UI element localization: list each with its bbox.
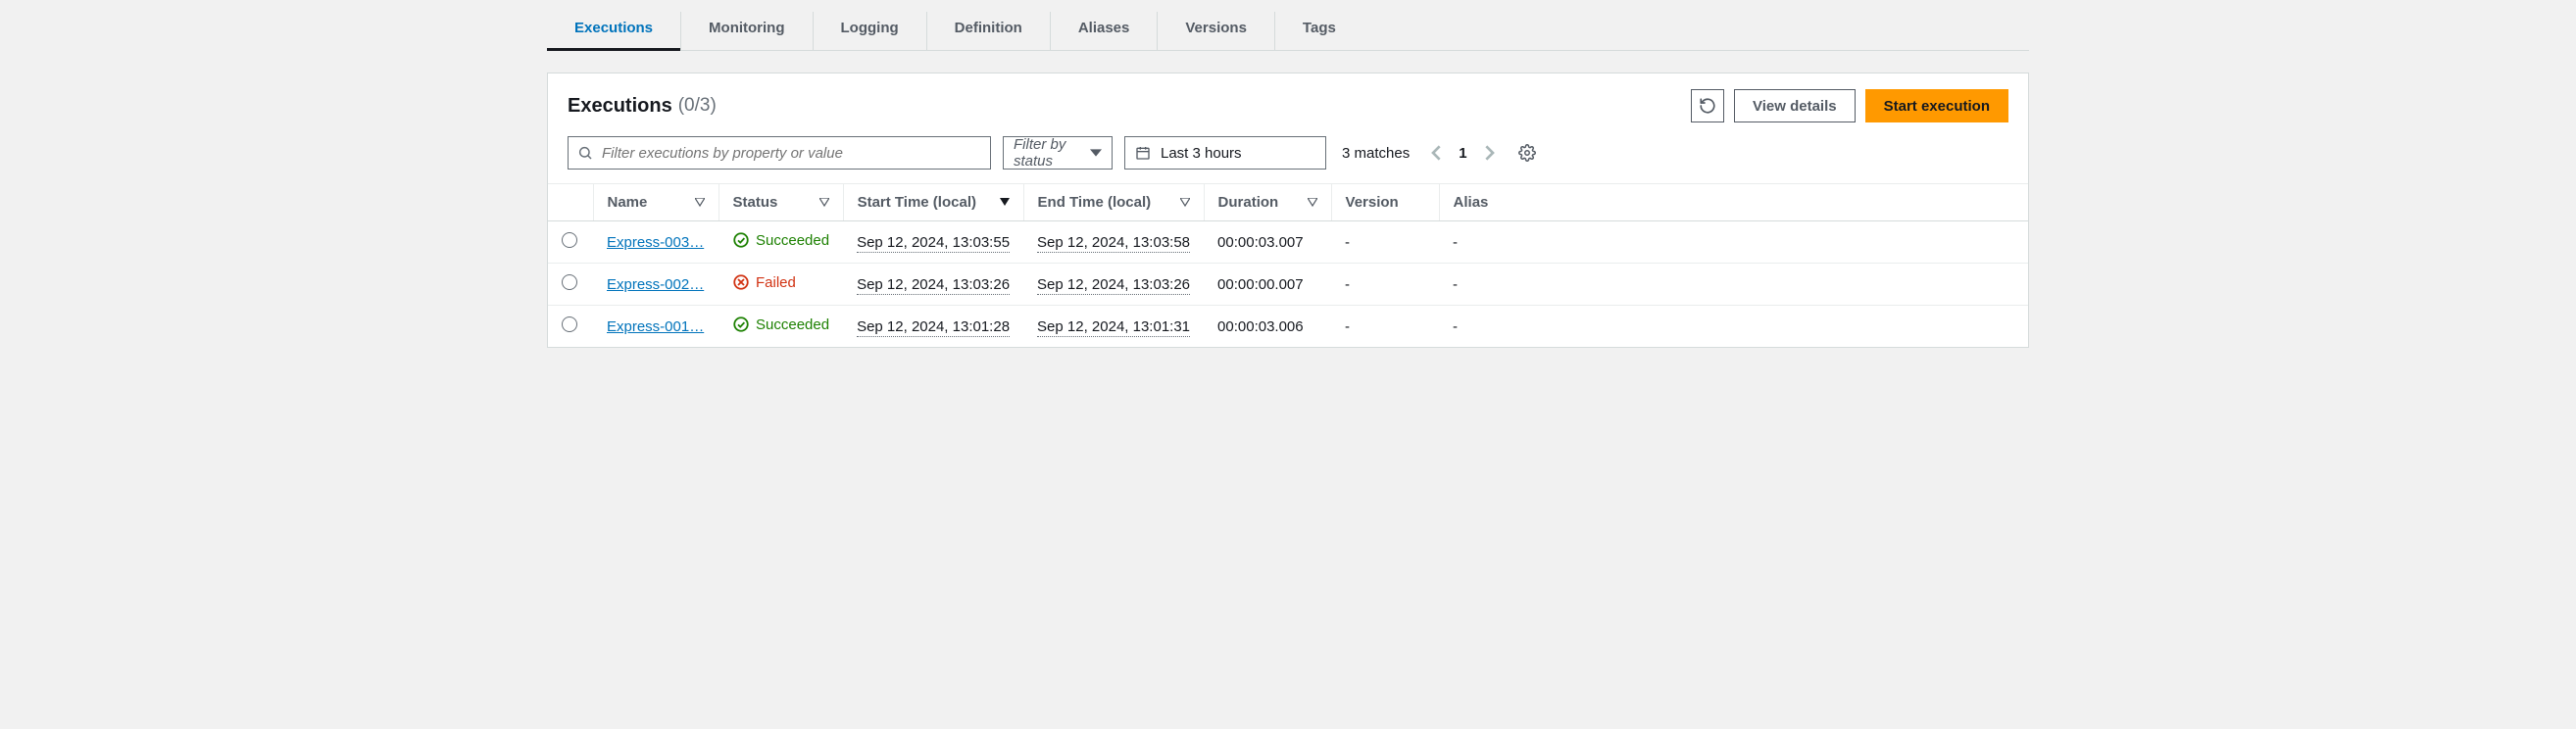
version: - bbox=[1345, 318, 1350, 335]
sort-outline-icon bbox=[1180, 198, 1190, 208]
tab-tags[interactable]: Tags bbox=[1274, 12, 1363, 50]
col-name[interactable]: Name bbox=[593, 184, 718, 221]
version: - bbox=[1345, 234, 1350, 251]
row-select-radio[interactable] bbox=[562, 232, 577, 248]
col-end-time[interactable]: End Time (local) bbox=[1023, 184, 1204, 221]
col-select bbox=[548, 184, 593, 221]
col-name-label: Name bbox=[608, 194, 648, 211]
pager-page-number: 1 bbox=[1459, 145, 1466, 162]
col-status-label: Status bbox=[733, 194, 778, 211]
table-row: Express-002… Failed Sep 12, 2024, 13:03:26… bbox=[548, 264, 2028, 306]
version: - bbox=[1345, 276, 1350, 293]
alias: - bbox=[1453, 276, 1458, 293]
x-circle-icon bbox=[732, 273, 750, 291]
matches-label: 3 matches bbox=[1342, 145, 1410, 162]
table-header-row: Name Status bbox=[548, 184, 2028, 221]
tab-versions[interactable]: Versions bbox=[1157, 12, 1274, 50]
settings-button[interactable] bbox=[1518, 144, 1536, 162]
status-text: Succeeded bbox=[756, 316, 829, 333]
filter-row: Filter by status Last 3 hours 3 matches bbox=[548, 122, 2028, 183]
tab-aliases[interactable]: Aliases bbox=[1050, 12, 1158, 50]
end-time: Sep 12, 2024, 13:01:31 bbox=[1037, 318, 1190, 337]
view-details-button[interactable]: View details bbox=[1734, 89, 1856, 122]
sort-outline-icon bbox=[1308, 198, 1317, 208]
daterange-filter[interactable]: Last 3 hours bbox=[1124, 136, 1326, 170]
panel-header: Executions (0/3) View details Start exec… bbox=[548, 73, 2028, 122]
pager-prev[interactable] bbox=[1431, 145, 1443, 161]
status-badge: Failed bbox=[732, 273, 796, 291]
start-time: Sep 12, 2024, 13:01:28 bbox=[857, 318, 1010, 337]
table-row: Express-003… Succeeded Sep 12, 2024, 13:03… bbox=[548, 221, 2028, 264]
sort-filled-icon bbox=[1000, 198, 1010, 208]
col-alias-label: Alias bbox=[1454, 194, 1489, 211]
refresh-button[interactable] bbox=[1691, 89, 1724, 122]
tabs: Executions Monitoring Logging Definition… bbox=[547, 0, 2029, 51]
execution-name-link[interactable]: Express-002… bbox=[607, 276, 704, 293]
pager: 1 bbox=[1431, 145, 1494, 162]
col-start-time[interactable]: Start Time (local) bbox=[843, 184, 1023, 221]
status-filter[interactable]: Filter by status bbox=[1003, 136, 1113, 170]
sort-outline-icon bbox=[695, 198, 705, 208]
calendar-icon bbox=[1135, 145, 1151, 161]
row-select-radio[interactable] bbox=[562, 274, 577, 290]
end-time: Sep 12, 2024, 13:03:58 bbox=[1037, 234, 1190, 253]
daterange-label: Last 3 hours bbox=[1161, 145, 1242, 162]
col-alias[interactable]: Alias bbox=[1439, 184, 2028, 221]
search-icon bbox=[577, 145, 593, 161]
col-status[interactable]: Status bbox=[718, 184, 843, 221]
search-input[interactable] bbox=[568, 136, 991, 170]
start-execution-button[interactable]: Start execution bbox=[1865, 89, 2008, 122]
execution-name-link[interactable]: Express-001… bbox=[607, 318, 704, 335]
col-version[interactable]: Version bbox=[1331, 184, 1439, 221]
executions-table: Name Status bbox=[548, 183, 2028, 347]
end-time: Sep 12, 2024, 13:03:26 bbox=[1037, 276, 1190, 295]
header-actions: View details Start execution bbox=[1691, 89, 2008, 122]
sort-outline-icon bbox=[819, 198, 829, 208]
tab-executions[interactable]: Executions bbox=[547, 12, 680, 50]
tab-monitoring[interactable]: Monitoring bbox=[680, 12, 812, 50]
execution-name-link[interactable]: Express-003… bbox=[607, 234, 704, 251]
status-text: Succeeded bbox=[756, 232, 829, 249]
start-time: Sep 12, 2024, 13:03:26 bbox=[857, 276, 1010, 295]
refresh-icon bbox=[1699, 97, 1716, 115]
pager-next[interactable] bbox=[1483, 145, 1495, 161]
status-text: Failed bbox=[756, 274, 796, 291]
panel-title: Executions bbox=[568, 95, 672, 118]
check-circle-icon bbox=[732, 231, 750, 249]
tab-definition[interactable]: Definition bbox=[926, 12, 1050, 50]
alias: - bbox=[1453, 318, 1458, 335]
panel-count: (0/3) bbox=[678, 95, 717, 117]
col-end-time-label: End Time (local) bbox=[1038, 194, 1152, 211]
col-duration[interactable]: Duration bbox=[1204, 184, 1331, 221]
alias: - bbox=[1453, 234, 1458, 251]
tab-logging[interactable]: Logging bbox=[813, 12, 926, 50]
search-wrap bbox=[568, 136, 991, 170]
row-select-radio[interactable] bbox=[562, 316, 577, 332]
executions-panel: Executions (0/3) View details Start exec… bbox=[547, 73, 2029, 348]
table-row: Express-001… Succeeded Sep 12, 2024, 13:01… bbox=[548, 306, 2028, 348]
duration: 00:00:03.006 bbox=[1217, 318, 1304, 335]
col-duration-label: Duration bbox=[1218, 194, 1279, 211]
duration: 00:00:03.007 bbox=[1217, 234, 1304, 251]
status-badge: Succeeded bbox=[732, 316, 829, 333]
col-version-label: Version bbox=[1346, 194, 1399, 211]
check-circle-icon bbox=[732, 316, 750, 333]
duration: 00:00:00.007 bbox=[1217, 276, 1304, 293]
start-time: Sep 12, 2024, 13:03:55 bbox=[857, 234, 1010, 253]
chevron-down-icon bbox=[1090, 147, 1102, 159]
status-badge: Succeeded bbox=[732, 231, 829, 249]
col-start-time-label: Start Time (local) bbox=[858, 194, 976, 211]
status-filter-label: Filter by status bbox=[1014, 136, 1080, 170]
